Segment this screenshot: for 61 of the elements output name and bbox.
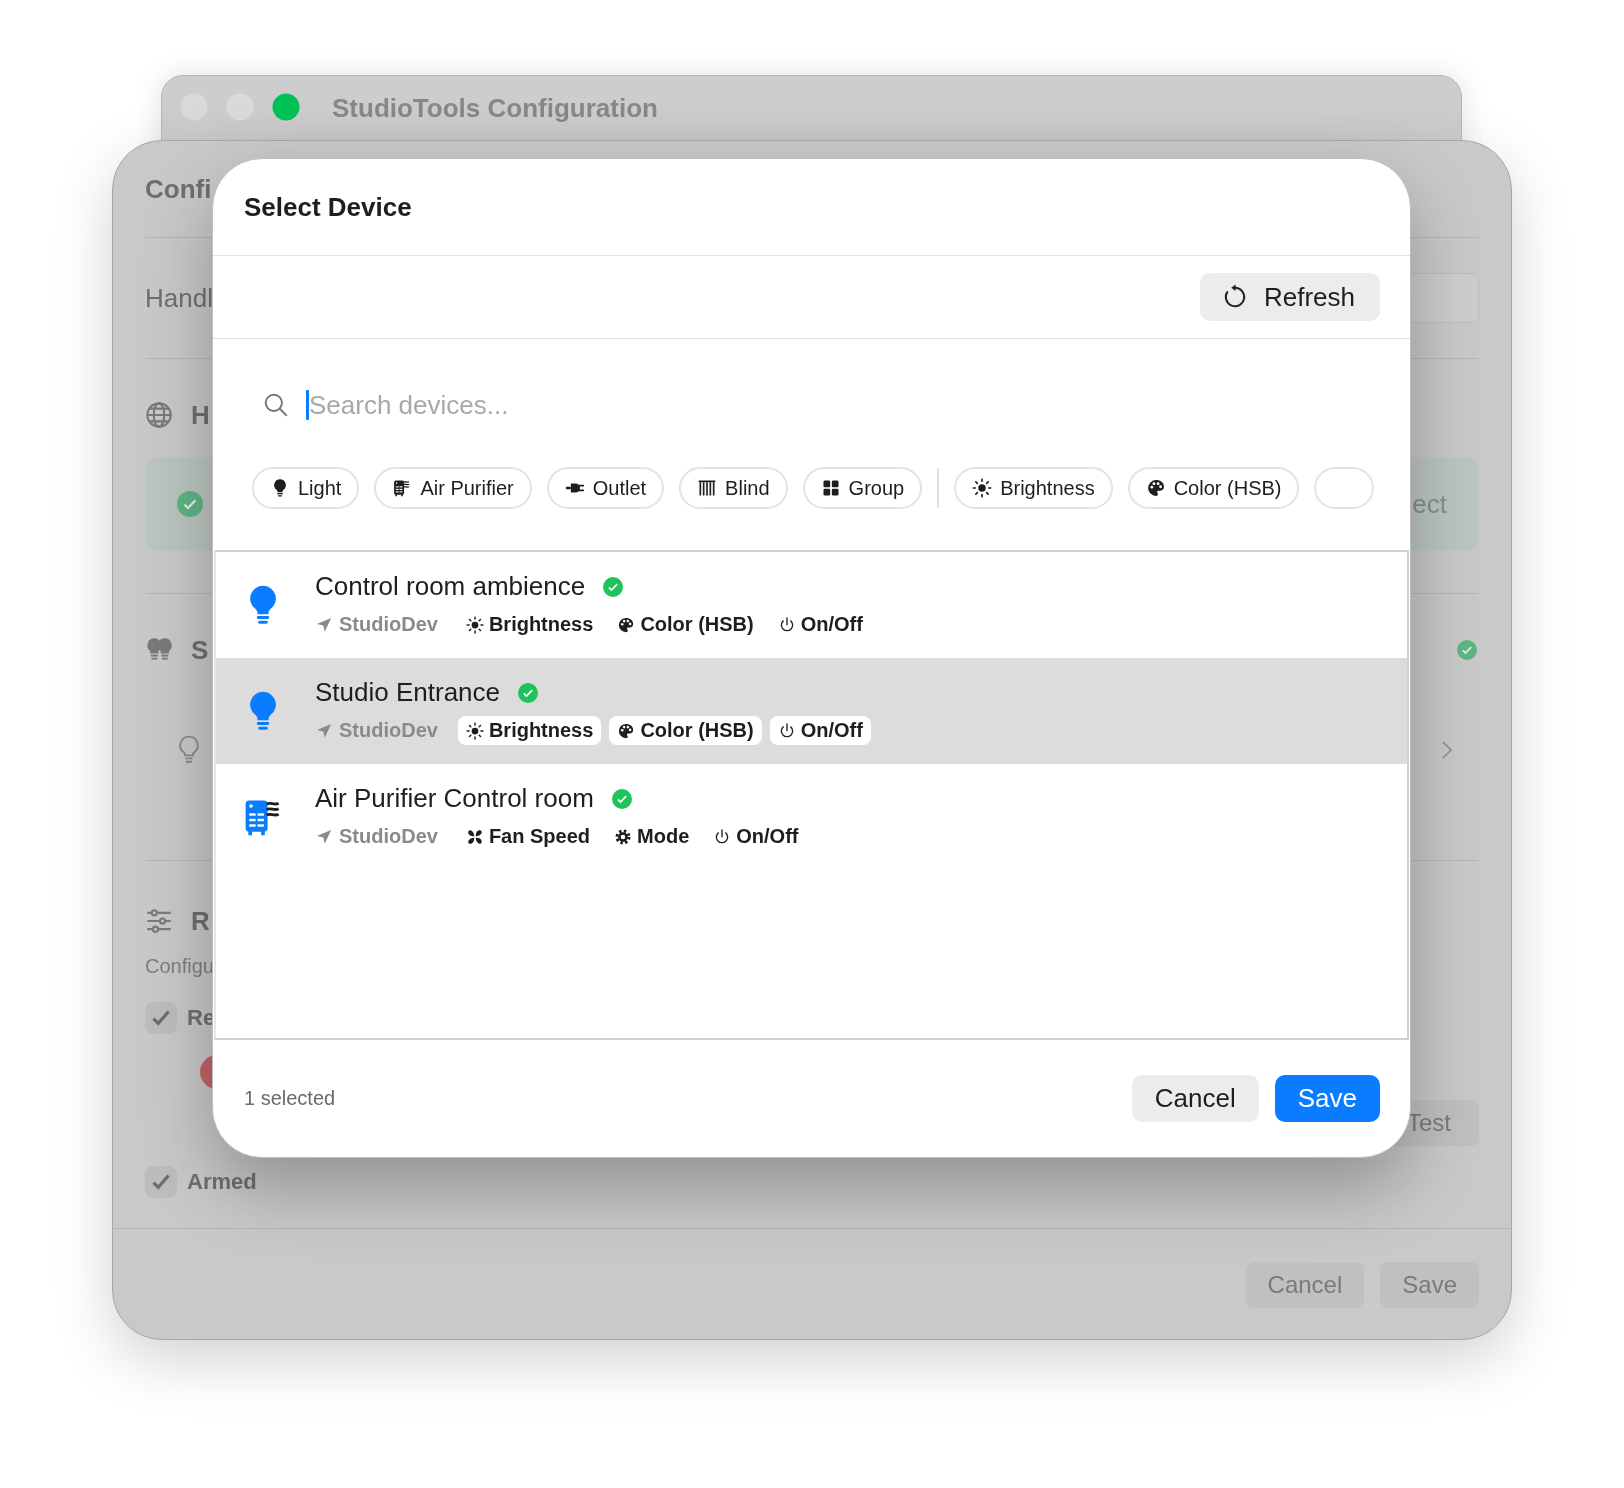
search-icon bbox=[263, 392, 289, 418]
checkbox[interactable] bbox=[145, 1166, 177, 1198]
window-title: StudioTools Configuration bbox=[332, 93, 658, 123]
device-location: StudioDev bbox=[339, 613, 438, 636]
location-arrow-icon bbox=[315, 827, 333, 846]
chevron-right-icon[interactable] bbox=[1441, 740, 1453, 760]
filter-chip[interactable]: Color (HSB) bbox=[1127, 467, 1300, 509]
field-label: Handl bbox=[145, 282, 213, 314]
sun-icon bbox=[465, 721, 484, 740]
blinds-icon bbox=[697, 478, 718, 498]
dialog-title: Select Device bbox=[244, 191, 412, 223]
device-name: Control room ambience bbox=[315, 571, 586, 602]
selection-count: 1 selected bbox=[244, 1087, 336, 1110]
capability-tag: Mode bbox=[606, 822, 698, 851]
globe-icon bbox=[145, 401, 173, 429]
capability-tag: Brightness bbox=[457, 610, 602, 639]
device-row[interactable]: Studio Entrance StudioDev Brightness Color (HSB) On/Off bbox=[216, 658, 1407, 764]
device-location: StudioDev bbox=[339, 825, 438, 848]
filter-chip[interactable] bbox=[1314, 467, 1375, 509]
device-location: StudioDev bbox=[339, 719, 438, 742]
filter-chip[interactable]: Outlet bbox=[546, 467, 665, 509]
save-button[interactable]: Save bbox=[1274, 1075, 1380, 1122]
palette-icon bbox=[617, 615, 636, 634]
section-title: S bbox=[191, 634, 209, 666]
sliders-icon bbox=[145, 907, 173, 935]
palette-icon bbox=[617, 721, 636, 740]
section-title: H bbox=[191, 399, 210, 431]
checkbox[interactable] bbox=[145, 1002, 177, 1034]
device-row[interactable]: Control room ambience StudioDev Brightness Color (HSB) On/Off bbox=[216, 552, 1407, 658]
window-control-icon[interactable] bbox=[272, 93, 300, 121]
check-circle-icon bbox=[1457, 640, 1477, 660]
refresh-button[interactable]: Refresh bbox=[1199, 273, 1380, 321]
checkbox-label: Armed bbox=[187, 1169, 257, 1195]
search-field[interactable]: Search devices... bbox=[309, 389, 569, 421]
capability-tag: Fan Speed bbox=[457, 822, 599, 851]
check-circle-icon bbox=[177, 491, 203, 517]
fan-icon bbox=[465, 827, 484, 846]
filter-chip[interactable]: Group bbox=[802, 467, 923, 509]
capability-tag: On/Off bbox=[769, 610, 871, 639]
capability-tag: Color (HSB) bbox=[609, 716, 762, 745]
device-row[interactable]: Air Purifier Control room StudioDev Fan Speed Mode On/Off bbox=[216, 764, 1407, 870]
capability-tag: Color (HSB) bbox=[609, 610, 762, 639]
filter-chip[interactable]: Blind bbox=[679, 467, 788, 509]
sun-icon bbox=[465, 615, 484, 634]
device-name: Air Purifier Control room bbox=[315, 783, 594, 814]
sheet-title: Confi bbox=[145, 173, 212, 205]
sun-icon bbox=[972, 478, 993, 498]
location-arrow-icon bbox=[315, 721, 333, 740]
filter-chip[interactable]: Brightness bbox=[954, 467, 1113, 509]
gear-icon bbox=[614, 827, 633, 846]
section-description: Configu bbox=[145, 955, 215, 978]
palette-icon bbox=[1145, 478, 1166, 498]
device-name: Studio Entrance bbox=[315, 677, 500, 708]
capability-tag: Brightness bbox=[457, 716, 602, 745]
filter-chip[interactable]: Light bbox=[252, 467, 360, 509]
capability-tag: On/Off bbox=[705, 822, 807, 851]
filter-chip[interactable]: Air Purifier bbox=[374, 467, 532, 509]
cancel-button[interactable]: Cancel bbox=[1131, 1075, 1259, 1122]
location-arrow-icon bbox=[315, 615, 333, 634]
capability-tag: On/Off bbox=[769, 716, 871, 745]
section-title: R bbox=[191, 905, 210, 937]
